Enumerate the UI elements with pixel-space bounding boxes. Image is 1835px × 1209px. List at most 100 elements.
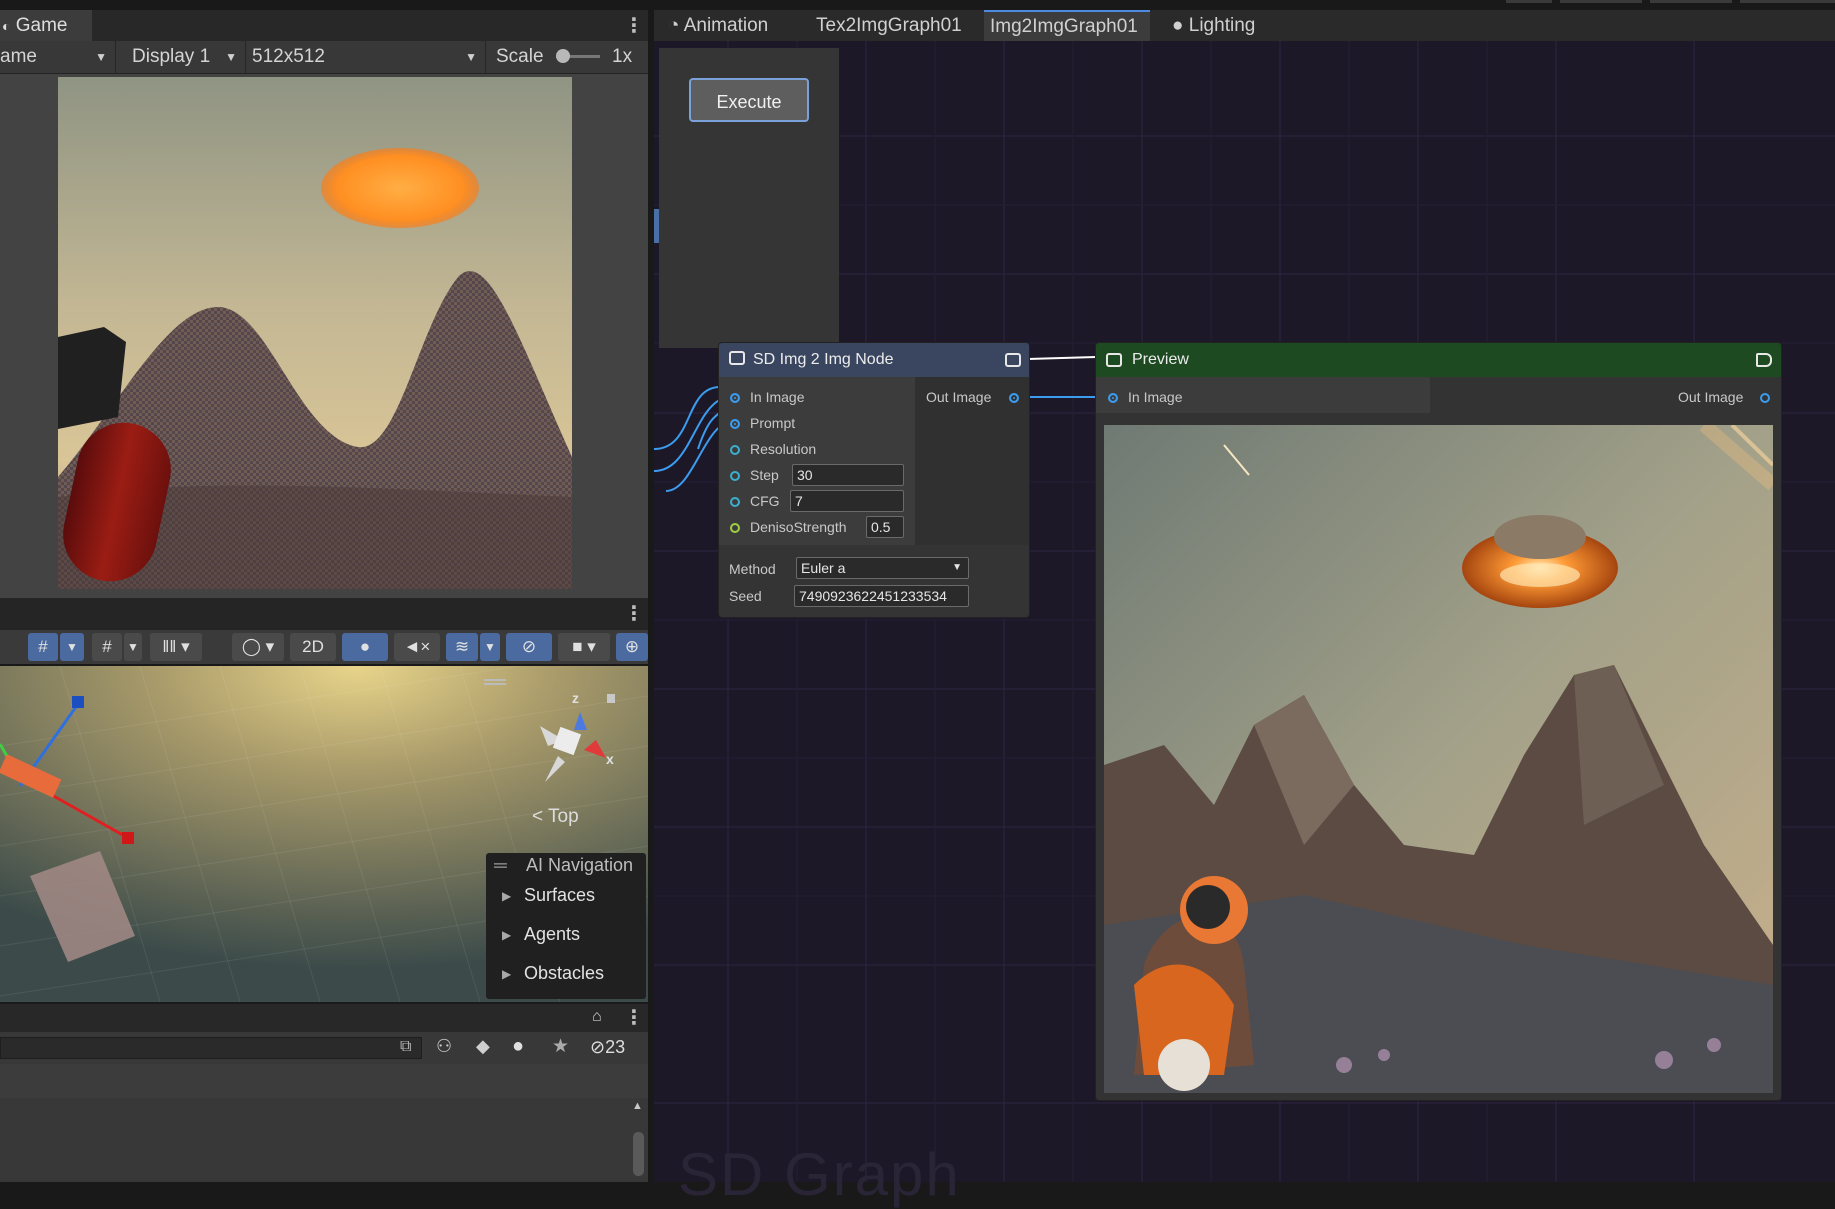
resolution-dropdown[interactable]: 512x512 ▼ (246, 41, 486, 73)
port-resolution[interactable] (730, 445, 740, 455)
ai-navigation-overlay: ═ AI Navigation ▶ Surfaces ▶ Agents ▶ Ob… (486, 853, 646, 999)
ai-nav-agents[interactable]: Agents (524, 924, 580, 945)
step-field[interactable]: 30 (792, 464, 904, 486)
method-label: Method (729, 561, 776, 577)
tab-img2img-graph[interactable]: Img2ImgGraph01 (984, 10, 1150, 41)
grid-visibility-dropdown[interactable]: ▼ (124, 633, 142, 661)
tab-animation-label: Animation (683, 15, 769, 36)
console-scrollbar-thumb[interactable] (633, 1132, 644, 1176)
port-denoise-strength[interactable] (730, 523, 740, 533)
tab-lighting[interactable]: ● Lighting (1166, 10, 1261, 41)
draw-mode-dropdown[interactable]: ◯ ▾ (232, 633, 284, 661)
filter-type-icon[interactable]: ⚇ (436, 1036, 452, 1057)
expand-triangle-icon[interactable]: ▶ (502, 928, 511, 942)
tag-icon[interactable]: ◆ (476, 1036, 490, 1057)
eye-slash-icon: ⊘ (590, 1037, 606, 1057)
scale-label: Scale (496, 46, 544, 67)
game-mode-dropdown[interactable]: ame ▼ (0, 41, 116, 73)
ai-nav-obstacles[interactable]: Obstacles (524, 963, 604, 984)
preview-port-in-label: In Image (1128, 389, 1183, 405)
denoise-field[interactable]: 0.5 (866, 516, 904, 538)
camera-settings-dropdown[interactable]: ■ ▾ (558, 633, 610, 661)
grid-icon: # (102, 637, 112, 656)
node-preview-toggle-icon[interactable] (1005, 353, 1021, 367)
tab-game-label: Game (15, 15, 68, 36)
bulb-icon: ● (1172, 15, 1184, 36)
tab-tex2img-label: Tex2ImgGraph01 (816, 15, 962, 36)
port-resolution-label: Resolution (750, 441, 817, 457)
preview-port-out-label: Out Image (1678, 389, 1744, 405)
expand-triangle-icon[interactable]: ▶ (502, 889, 511, 903)
toggle-2d-button[interactable]: 2D (290, 633, 336, 661)
effects-dropdown[interactable]: ▼ (480, 633, 500, 661)
port-cfg[interactable] (730, 497, 740, 507)
sd-img2img-node[interactable]: SD Img 2 Img Node In Image Prompt Resolu… (719, 343, 1029, 617)
gizmo-axis-z[interactable]: z (572, 690, 579, 706)
console-search-input[interactable] (0, 1037, 422, 1059)
preview-output-image (1104, 425, 1773, 1093)
lighting-toggle[interactable]: ● (342, 633, 388, 661)
port-out-image[interactable] (1009, 393, 1019, 403)
preview-node-header[interactable] (1096, 343, 1781, 377)
node-icon (1106, 353, 1122, 367)
expand-triangle-icon[interactable]: ▶ (502, 967, 511, 981)
tab-lighting-label: Lighting (1188, 15, 1256, 36)
tab-tex2img-graph[interactable]: Tex2ImgGraph01 (810, 10, 968, 41)
scroll-up-icon[interactable]: ▲ (632, 1100, 643, 1112)
gizmos-toggle[interactable]: ⊕ (616, 633, 648, 661)
grid-visibility-toggle[interactable]: # (92, 633, 122, 661)
gizmo-axis-x[interactable]: x (606, 751, 614, 767)
node-icon (729, 351, 745, 365)
port-in-image[interactable] (730, 393, 740, 403)
chevron-down-icon: ▼ (952, 562, 962, 573)
game-toolbar: ame ▼ Display 1 ▼ 512x512 ▼ Scale 1x (0, 41, 648, 74)
graph-watermark: SD Graph (678, 1141, 961, 1208)
ai-nav-surfaces[interactable]: Surfaces (524, 885, 595, 906)
globe-icon: ⊕ (624, 637, 640, 656)
chevron-down-icon: ▼ (66, 640, 78, 654)
audio-toggle[interactable]: ◄× (394, 633, 440, 661)
tab-game[interactable]: ◐ Game (0, 10, 92, 41)
gamepad-icon: ◐ (2, 18, 11, 34)
error-filter-icon[interactable]: ● (512, 1035, 524, 1058)
execute-button[interactable]: Execute (689, 78, 809, 122)
port-prompt[interactable] (730, 419, 740, 429)
chevron-down-icon: ▼ (127, 640, 139, 654)
resolution-value: 512x512 (252, 46, 325, 67)
search-options-icon[interactable]: ⧉ (400, 1038, 411, 1056)
gizmo-view-toggle[interactable]: < Top (532, 806, 579, 828)
node-collapse-icon[interactable] (1756, 353, 1772, 367)
ai-navigation-title: AI Navigation (526, 855, 634, 875)
console-toolbar: ⧉ ⚇ ◆ ● ★ ⊘23 (0, 1032, 648, 1064)
lock-icon[interactable]: ⌂ (592, 1008, 602, 1026)
display-dropdown[interactable]: Display 1 ▼ (126, 41, 246, 73)
tab-animation[interactable]: ◔ Animation (662, 10, 774, 41)
scale-slider[interactable] (556, 49, 600, 63)
increment-snap-toggle[interactable]: ‖‖ ▾ (150, 633, 202, 661)
effects-toggle[interactable]: ≋ (446, 633, 478, 661)
console-menu-icon[interactable]: ⋮ (624, 1008, 644, 1028)
hidden-count-toggle[interactable]: ⊘23 (590, 1037, 625, 1058)
method-dropdown[interactable]: Euler a ▼ (796, 557, 969, 579)
preview-node[interactable]: Preview In Image Out Image (1096, 343, 1781, 1100)
cfg-field[interactable]: 7 (790, 490, 904, 512)
hidden-objects-toggle[interactable]: ⊘ (506, 633, 552, 661)
eye-slash-icon: ⊘ (521, 637, 537, 656)
grid-snap-toggle[interactable]: # (28, 633, 58, 661)
scale-slider-handle[interactable] (556, 49, 570, 63)
port-step[interactable] (730, 471, 740, 481)
grid-snap-dropdown[interactable]: ▼ (60, 633, 84, 661)
display-value: Display 1 (132, 46, 211, 67)
favorite-star-icon[interactable]: ★ (552, 1035, 569, 1058)
shading-sphere-icon: ◯ ▾ (241, 637, 275, 656)
chevron-down-icon: ▼ (95, 50, 107, 64)
camera-icon: ■ ▾ (572, 637, 596, 656)
scene-panel-menu-icon[interactable]: ⋮ (624, 604, 644, 624)
preview-port-out-image[interactable] (1760, 393, 1770, 403)
seed-field[interactable]: 7490923622451233534 (794, 585, 969, 607)
scene-title-bar: ⋮ (0, 598, 648, 630)
mute-audio-icon: ◄× (403, 637, 431, 656)
game-panel-menu-icon[interactable]: ⋮ (624, 16, 644, 36)
preview-port-in-image[interactable] (1108, 393, 1118, 403)
drag-handle-icon[interactable]: ═ (494, 855, 507, 876)
